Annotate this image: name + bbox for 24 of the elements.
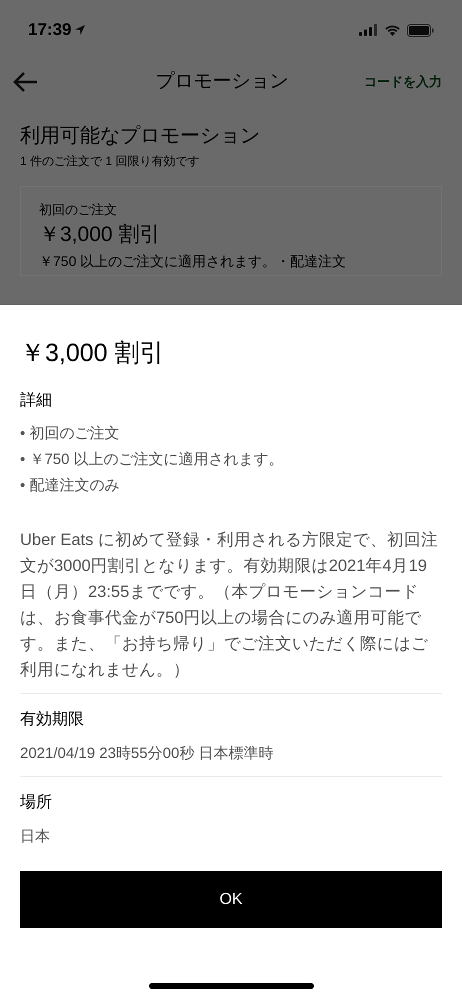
promo-card[interactable]: 初回のご注文 ￥3,000 割引 ￥750 以上のご注文に適用されます。・配達注文 (20, 186, 442, 276)
details-heading: 詳細 (20, 391, 53, 411)
section-heading: 有効期限 (20, 710, 85, 730)
sheet-title: ￥3,000 割引 (20, 338, 166, 369)
detail-item: • 配達注文のみ (20, 476, 120, 496)
promo-description-paragraph: Uber Eats に初めて登録・利用される方限定で、初回注文が3000円割引となります。有効期限は2021年4月19日（月）23:55までです。（本プロモーションコードは、お食事代金が750円以上の場合にのみ適用可能です。また、「お持ち帰り」でご注文いただく際にはご利用になれません。） (20, 530, 439, 681)
section-subtitle: 1 件のご注文で 1 回限り有効です (20, 153, 200, 170)
page-title: プロモーション (156, 70, 288, 94)
detail-item: • ￥750 以上のご注文に適用されます。 (20, 450, 285, 470)
promo-description: ￥750 以上のご注文に適用されます。・配達注文 (39, 252, 348, 271)
wifi-icon (384, 24, 401, 36)
promo-title: ￥3,000 割引 (39, 222, 162, 248)
section-value: 2021/04/19 23時55分00秒 日本標準時 (20, 744, 274, 764)
detail-item: • 初回のご注文 (20, 424, 120, 444)
section-heading: 場所 (20, 793, 53, 813)
enter-code-link[interactable]: コードを入力 (364, 72, 442, 92)
battery-icon (407, 24, 434, 36)
promo-label: 初回のご注文 (39, 201, 118, 219)
location-arrow-icon (74, 24, 86, 36)
ok-button[interactable]: OK (20, 871, 442, 928)
status-time: 17:39 (28, 19, 72, 42)
signal-icon (359, 24, 378, 36)
section-title: 利用可能なプロモーション (20, 124, 261, 149)
section-value: 日本 (20, 827, 51, 847)
